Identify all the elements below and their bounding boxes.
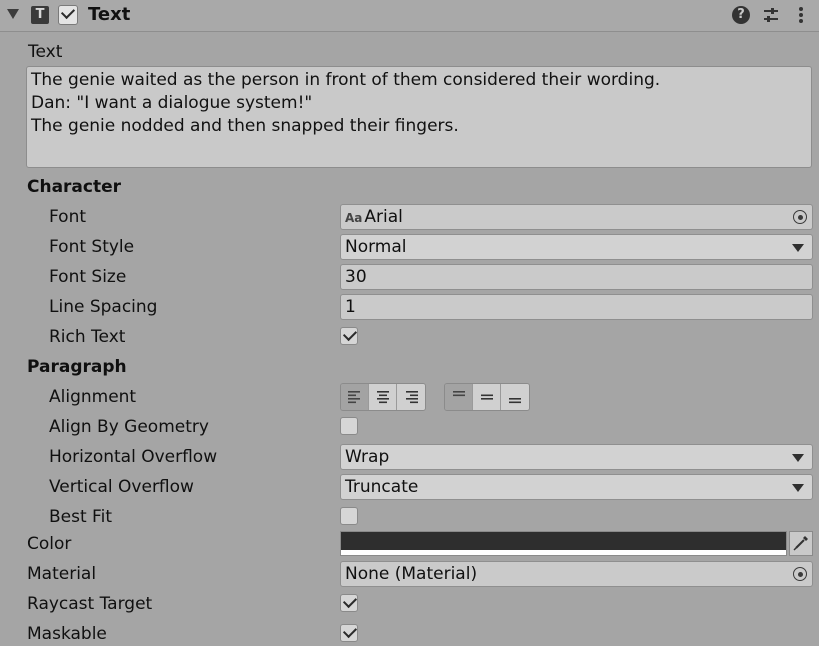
checkmark-icon: [60, 4, 76, 20]
vertical-overflow-value: Truncate: [345, 477, 419, 497]
align-bottom-icon: [509, 398, 521, 404]
align-center-button[interactable]: [369, 384, 397, 410]
material-object-field[interactable]: None (Material): [340, 561, 813, 587]
text-input-area[interactable]: The genie waited as the person in front …: [26, 66, 812, 168]
align-top-icon: [452, 391, 465, 397]
line-spacing-field[interactable]: 1: [340, 294, 813, 320]
color-alpha-bar: [341, 550, 786, 555]
maskable-label: Maskable: [27, 624, 107, 644]
align-by-geometry-label: Align By Geometry: [49, 417, 209, 437]
align-center-icon: [376, 391, 389, 404]
align-left-button[interactable]: [341, 384, 369, 410]
eyedropper-button[interactable]: [789, 531, 813, 556]
horizontal-overflow-dropdown[interactable]: Wrap: [340, 444, 813, 470]
font-object-field[interactable]: Aa Arial: [340, 204, 813, 230]
align-right-icon: [406, 391, 418, 404]
font-size-label: Font Size: [49, 267, 127, 287]
align-left-icon: [347, 391, 360, 404]
raycast-target-checkbox[interactable]: [340, 593, 358, 612]
font-size-field[interactable]: 30: [340, 264, 813, 290]
font-asset-icon: Aa: [345, 211, 363, 225]
more-vertical-icon[interactable]: [792, 6, 810, 24]
horizontal-overflow-value: Wrap: [345, 447, 390, 467]
align-by-geometry-checkbox[interactable]: [340, 417, 358, 435]
material-label: Material: [27, 564, 97, 584]
material-value: None (Material): [345, 564, 478, 584]
checkmark-icon: [342, 593, 358, 609]
object-picker-icon[interactable]: [793, 210, 807, 224]
paragraph-heading: Paragraph: [27, 357, 127, 377]
vertical-alignment-group: [444, 383, 530, 411]
vertical-overflow-dropdown[interactable]: Truncate: [340, 474, 813, 500]
horizontal-overflow-label: Horizontal Overflow: [49, 447, 218, 467]
horizontal-alignment-group: [340, 383, 426, 411]
text-component-icon: T: [31, 6, 49, 24]
rich-text-label: Rich Text: [49, 327, 126, 347]
font-label: Font: [49, 207, 87, 227]
help-icon[interactable]: ?: [732, 6, 750, 24]
best-fit-label: Best Fit: [49, 507, 112, 527]
line-spacing-label: Line Spacing: [49, 297, 158, 317]
component-header: T Text ?: [0, 0, 819, 32]
text-label: Text: [28, 42, 63, 62]
alignment-label: Alignment: [49, 387, 137, 407]
font-style-dropdown[interactable]: Normal: [340, 234, 813, 260]
raycast-target-label: Raycast Target: [27, 594, 153, 614]
character-heading: Character: [27, 177, 122, 197]
dropdown-arrow-icon: [792, 484, 804, 492]
checkmark-icon: [342, 623, 358, 639]
align-right-button[interactable]: [397, 384, 425, 410]
best-fit-checkbox[interactable]: [340, 507, 358, 525]
component-enabled-checkbox[interactable]: [58, 4, 78, 25]
color-label: Color: [27, 534, 72, 554]
color-swatch-field[interactable]: [340, 531, 787, 556]
align-top-button[interactable]: [445, 384, 473, 410]
align-middle-icon: [480, 394, 493, 400]
dropdown-arrow-icon: [792, 244, 804, 252]
component-title: Text: [88, 4, 131, 25]
maskable-checkbox[interactable]: [340, 623, 358, 642]
vertical-overflow-label: Vertical Overflow: [49, 477, 194, 497]
eyedropper-icon: [793, 536, 808, 551]
font-value: Arial: [364, 207, 403, 227]
font-style-label: Font Style: [49, 237, 135, 257]
dropdown-arrow-icon: [792, 454, 804, 462]
checkmark-icon: [342, 326, 358, 342]
foldout-arrow-icon[interactable]: [7, 9, 19, 19]
rich-text-checkbox[interactable]: [340, 326, 358, 345]
font-style-value: Normal: [345, 237, 407, 257]
align-bottom-button[interactable]: [501, 384, 529, 410]
align-middle-button[interactable]: [473, 384, 501, 410]
presets-sliders-icon[interactable]: [762, 6, 780, 24]
object-picker-icon[interactable]: [793, 567, 807, 581]
